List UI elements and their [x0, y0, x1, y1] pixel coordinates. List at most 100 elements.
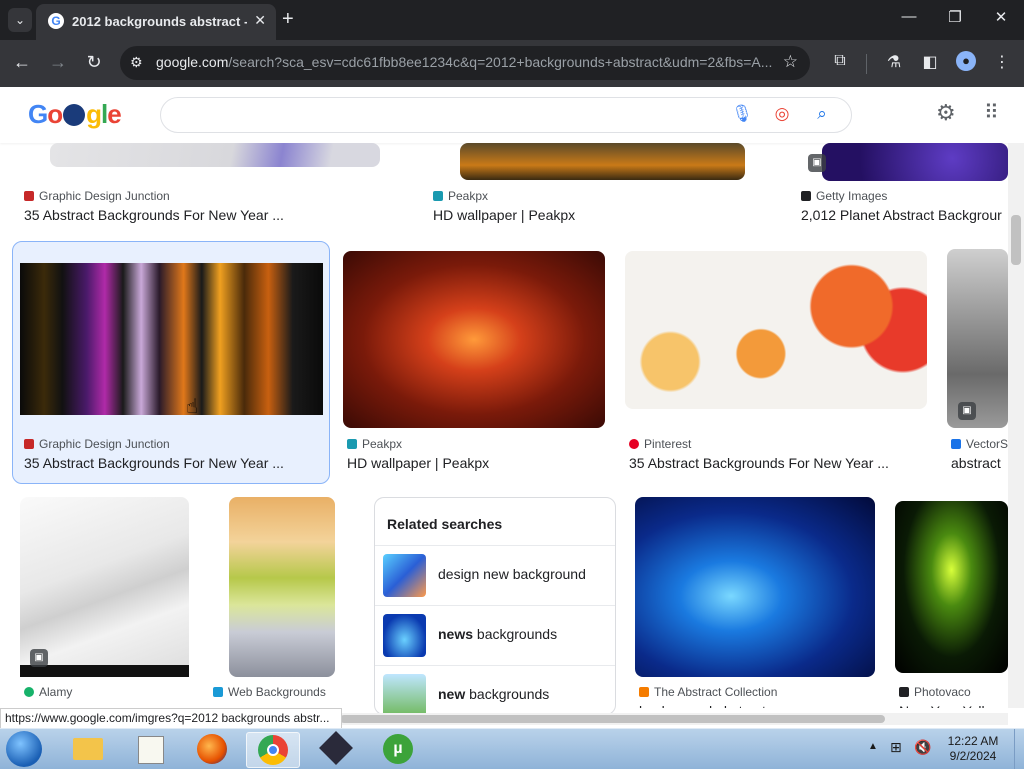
related-searches-card: Related searches design new background n… [374, 497, 616, 715]
settings-gear-icon[interactable]: ⚙ [936, 100, 956, 126]
taskbar-media-button[interactable] [310, 731, 362, 766]
related-thumb [383, 554, 426, 597]
minimize-icon[interactable]: — [894, 8, 924, 25]
result-image[interactable] [625, 251, 927, 409]
network-icon[interactable]: ⊞ [890, 739, 902, 756]
related-search-item[interactable]: new backgrounds [375, 665, 615, 714]
toolbar-divider [866, 54, 867, 74]
result-title[interactable]: 35 Abstract Backgrounds For New Year ... [24, 207, 404, 223]
taskbar-utorrent-button[interactable]: µ [372, 732, 424, 766]
getty-site-icon [801, 191, 811, 201]
notepad-icon [138, 736, 164, 764]
start-orb-icon[interactable] [6, 731, 42, 767]
result-image[interactable] [460, 143, 745, 180]
link-status-bubble: https://www.google.com/imgres?q=2012 bac… [0, 708, 342, 730]
image-badge-icon: ▣ [808, 154, 826, 172]
image-badge-icon: ▣ [958, 402, 976, 420]
url-text: google.com/search?sca_esv=cdc61fbb8ee123… [156, 54, 773, 70]
result-source: Photovaco [899, 685, 1008, 699]
result-image[interactable] [343, 251, 605, 428]
back-arrow-icon[interactable]: ← [10, 52, 34, 73]
gdj-site-icon [24, 439, 34, 449]
show-desktop-button[interactable] [1014, 729, 1024, 769]
lens-camera-icon[interactable]: ◎ [771, 104, 793, 124]
browser-toolbar: ← → ↻ ⚙ google.com/search?sca_esv=cdc61f… [0, 40, 1024, 87]
tray-expand-icon[interactable]: ▲ [868, 741, 878, 752]
result-image[interactable] [822, 143, 1008, 181]
profile-avatar-icon[interactable]: ● [956, 51, 976, 71]
result-title[interactable]: New Year Yellow [899, 703, 1008, 708]
system-clock[interactable]: 12:22 AM 9/2/2024 [938, 734, 1008, 764]
tab-strip: ⌄ G 2012 backgrounds abstract - G ✕ + — … [0, 0, 1024, 40]
result-title[interactable]: 35 Abstract Backgrounds For New Year ... [629, 455, 929, 471]
result-source: Graphic Design Junction [24, 189, 404, 203]
abstract-collection-site-icon [639, 687, 649, 697]
related-search-item[interactable]: design new background [375, 545, 615, 605]
result-title[interactable]: background abstract [639, 703, 879, 708]
windows-taskbar: µ ▲ ⊞ 🔇 12:22 AM 9/2/2024 [0, 728, 1024, 769]
related-search-text: new backgrounds [438, 686, 550, 702]
peakpx-site-icon [347, 439, 357, 449]
result-image[interactable] [947, 249, 1008, 428]
related-thumb [383, 674, 426, 714]
result-image[interactable] [895, 501, 1008, 673]
firefox-icon [197, 734, 227, 764]
restore-icon[interactable]: ❐ [940, 8, 970, 26]
apps-grid-icon[interactable]: ⠿ [984, 100, 999, 125]
taskbar-chrome-button[interactable] [246, 732, 300, 768]
window-close-icon[interactable]: ✕ [986, 8, 1016, 26]
forward-arrow-icon[interactable]: → [46, 52, 70, 73]
google-header: Go gle 🎙 ◎ ⌕ ⚙ ⠿ [0, 87, 1024, 143]
tab-search-chevron-icon[interactable]: ⌄ [8, 8, 32, 32]
address-bar[interactable]: ⚙ google.com/search?sca_esv=cdc61fbb8ee1… [120, 46, 810, 80]
extensions-puzzle-icon[interactable]: ⧉ [828, 52, 852, 70]
result-title[interactable]: HD wallpaper | Peakpx [347, 455, 607, 471]
pinterest-site-icon [629, 439, 639, 449]
tab-title: 2012 backgrounds abstract - G [72, 14, 247, 29]
site-info-icon[interactable]: ⚙ [130, 54, 143, 71]
result-image[interactable] [50, 143, 380, 167]
tab-close-icon[interactable]: ✕ [254, 12, 266, 29]
result-source: Alamy [24, 685, 194, 699]
folder-icon [73, 738, 103, 760]
result-image-selected[interactable] [20, 263, 323, 415]
browser-menu-icon[interactable]: ⋮ [990, 52, 1014, 72]
related-search-text: design new background [438, 566, 586, 582]
result-image[interactable] [229, 497, 335, 677]
horizontal-scrollbar-thumb[interactable] [340, 715, 885, 723]
vectorstock-site-icon [951, 439, 961, 449]
result-title[interactable]: 35 Abstract Backgrounds For New Year ... [24, 455, 324, 471]
chrome-icon [258, 735, 288, 765]
hand-cursor-icon: ☝ [186, 396, 199, 418]
search-icon[interactable]: ⌕ [811, 104, 833, 124]
related-search-item[interactable]: news backgrounds [375, 605, 615, 665]
voice-search-mic-icon[interactable]: 🎙 [731, 104, 753, 124]
result-image[interactable] [635, 497, 875, 677]
result-source: Graphic Design Junction [24, 437, 324, 451]
labs-flask-icon[interactable]: ⚗ [882, 52, 906, 72]
result-source: Pinterest [629, 437, 929, 451]
related-search-text: news backgrounds [438, 626, 558, 642]
reload-icon[interactable]: ↻ [82, 52, 106, 73]
side-panel-icon[interactable]: ◧ [918, 52, 942, 72]
tab-active[interactable]: G 2012 backgrounds abstract - G ✕ [36, 4, 276, 40]
result-title[interactable]: HD wallpaper | Peakpx [433, 207, 773, 223]
gdj-site-icon [24, 191, 34, 201]
volume-muted-icon[interactable]: 🔇 [914, 739, 931, 756]
alamy-site-icon [24, 687, 34, 697]
new-tab-plus-icon[interactable]: + [282, 8, 294, 31]
google-favicon-icon: G [48, 13, 64, 29]
taskbar-notepad-button[interactable] [124, 732, 176, 766]
taskbar-firefox-button[interactable] [186, 732, 238, 766]
taskbar-explorer-button[interactable] [62, 732, 114, 766]
related-thumb [383, 614, 426, 657]
result-source: The Abstract Collection [639, 685, 879, 699]
result-title[interactable]: 2,012 Planet Abstract Backgrour [801, 207, 1008, 223]
related-searches-heading: Related searches [387, 516, 503, 532]
media-player-icon [319, 731, 353, 765]
google-doodle-logo[interactable]: Go gle [28, 99, 122, 130]
search-box[interactable]: 🎙 ◎ ⌕ [160, 97, 852, 133]
bookmark-star-icon[interactable]: ☆ [783, 52, 798, 72]
vertical-scrollbar-thumb[interactable] [1011, 215, 1021, 265]
result-title[interactable]: abstract [951, 455, 1008, 471]
